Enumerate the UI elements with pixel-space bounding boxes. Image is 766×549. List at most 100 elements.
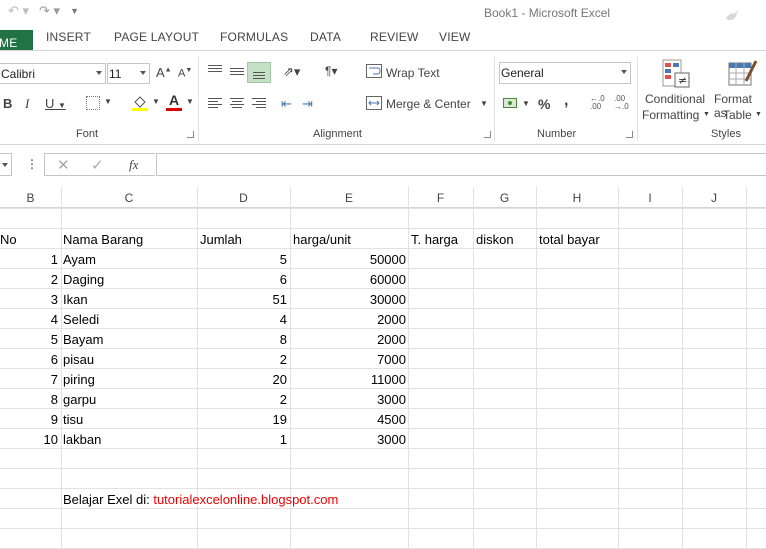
conditional-formatting-dropdown-icon[interactable]: ▼: [703, 111, 710, 118]
undo-icon[interactable]: ↶ ▾: [8, 3, 29, 19]
cell-nama-barang[interactable]: lakban: [63, 429, 196, 449]
cell-no[interactable]: 6: [0, 349, 58, 369]
cell-no[interactable]: 3: [0, 289, 58, 309]
wrap-text-icon[interactable]: [366, 64, 382, 78]
increase-indent-icon[interactable]: ⇥: [302, 96, 313, 112]
enter-icon[interactable]: ✓: [91, 156, 104, 174]
cell-nama-barang[interactable]: tisu: [63, 409, 196, 429]
cell-jumlah[interactable]: 6: [198, 269, 287, 289]
accounting-dropdown-icon[interactable]: ▼: [522, 99, 530, 108]
tab-data[interactable]: DATA: [310, 30, 341, 44]
cell-no[interactable]: 1: [0, 249, 58, 269]
tab-view[interactable]: VIEW: [439, 30, 470, 44]
increase-font-size-icon[interactable]: A▲: [156, 65, 172, 80]
bold-button[interactable]: B: [3, 96, 12, 111]
cell-harga-unit[interactable]: 2000: [291, 329, 406, 349]
cell-nama-barang[interactable]: Ikan: [63, 289, 196, 309]
tab-review[interactable]: REVIEW: [370, 30, 419, 44]
cell-nama-barang[interactable]: Daging: [63, 269, 196, 289]
accounting-format-icon[interactable]: [503, 96, 519, 110]
header-diskon[interactable]: diskon: [476, 229, 535, 249]
font-dialog-launcher-icon[interactable]: [187, 131, 194, 138]
text-direction-icon[interactable]: ¶▾: [325, 64, 337, 78]
insert-function-button[interactable]: fx: [129, 157, 138, 173]
conditional-formatting-icon[interactable]: ≠: [661, 59, 691, 89]
name-box[interactable]: [0, 153, 12, 176]
footer-cell[interactable]: Belajar Exel di: tutorialexcelonline.blo…: [63, 489, 463, 509]
underline-button[interactable]: U ▼: [45, 96, 66, 111]
cell-harga-unit[interactable]: 3000: [291, 429, 406, 449]
align-center-icon[interactable]: [230, 98, 244, 110]
increase-decimal-icon[interactable]: ←.0.00: [590, 95, 605, 111]
column-header-i[interactable]: I: [618, 187, 682, 208]
font-size-select[interactable]: 11: [107, 63, 150, 84]
cell-no[interactable]: 10: [0, 429, 58, 449]
cell-harga-unit[interactable]: 4500: [291, 409, 406, 429]
merge-center-icon[interactable]: [366, 96, 382, 110]
percent-style-button[interactable]: %: [538, 96, 550, 112]
column-header-f[interactable]: F: [408, 187, 473, 208]
comma-style-button[interactable]: ,: [564, 92, 568, 110]
cell-harga-unit[interactable]: 3000: [291, 389, 406, 409]
number-dialog-launcher-icon[interactable]: [626, 131, 633, 138]
font-color-dropdown-icon[interactable]: ▼: [186, 97, 194, 106]
cell-jumlah[interactable]: 51: [198, 289, 287, 309]
top-align-icon[interactable]: [208, 65, 222, 74]
cell-harga-unit[interactable]: 11000: [291, 369, 406, 389]
column-header-g[interactable]: G: [473, 187, 536, 208]
cancel-icon[interactable]: ✕: [57, 156, 70, 174]
name-box-dropdown-icon[interactable]: [2, 163, 8, 167]
cell-jumlah[interactable]: 8: [198, 329, 287, 349]
middle-align-icon[interactable]: [230, 68, 244, 77]
cell-jumlah[interactable]: 2: [198, 389, 287, 409]
cell-no[interactable]: 9: [0, 409, 58, 429]
column-header-d[interactable]: D: [197, 187, 290, 208]
cell-jumlah[interactable]: 4: [198, 309, 287, 329]
column-header-k[interactable]: [746, 187, 766, 208]
italic-button[interactable]: I: [25, 96, 29, 112]
align-left-icon[interactable]: [208, 98, 222, 110]
tab-insert[interactable]: INSERT: [46, 30, 91, 44]
header-harga-unit[interactable]: harga/unit: [293, 229, 407, 249]
column-header-j[interactable]: J: [682, 187, 746, 208]
orientation-icon[interactable]: ⇗▾: [283, 64, 300, 80]
column-header-h[interactable]: H: [536, 187, 618, 208]
footer-link[interactable]: tutorialexcelonline.blogspot.com: [153, 492, 338, 507]
cell-harga-unit[interactable]: 60000: [291, 269, 406, 289]
cell-nama-barang[interactable]: garpu: [63, 389, 196, 409]
cell-nama-barang[interactable]: Ayam: [63, 249, 196, 269]
align-right-icon[interactable]: [252, 98, 266, 110]
decrease-font-size-icon[interactable]: A▼: [178, 67, 192, 80]
cell-nama-barang[interactable]: pisau: [63, 349, 196, 369]
cell-no[interactable]: 5: [0, 329, 58, 349]
redo-icon[interactable]: ↷ ▾: [39, 3, 60, 19]
cell-harga-unit[interactable]: 2000: [291, 309, 406, 329]
bottom-align-icon[interactable]: [247, 62, 271, 83]
merge-center-button[interactable]: Merge & Center: [386, 97, 471, 111]
customize-qat-icon[interactable]: ▼: [70, 3, 79, 19]
cell-no[interactable]: 7: [0, 369, 58, 389]
header-no[interactable]: No: [0, 229, 60, 249]
format-as-table-icon[interactable]: [728, 59, 758, 89]
cell-no[interactable]: 4: [0, 309, 58, 329]
borders-dropdown-icon[interactable]: ▼: [104, 97, 112, 106]
borders-icon[interactable]: [86, 96, 100, 110]
tab-page-layout[interactable]: PAGE LAYOUT: [114, 30, 199, 44]
font-name-select[interactable]: Calibri: [0, 63, 106, 84]
cell-harga-unit[interactable]: 30000: [291, 289, 406, 309]
decrease-decimal-icon[interactable]: .00 →.0: [614, 95, 629, 111]
header-nama-barang[interactable]: Nama Barang: [63, 229, 196, 249]
formula-input[interactable]: [156, 153, 766, 176]
tab-formulas[interactable]: FORMULAS: [220, 30, 288, 44]
formula-bar-grip-icon[interactable]: ⋮: [26, 157, 38, 171]
cell-jumlah[interactable]: 5: [198, 249, 287, 269]
header-total-bayar[interactable]: total bayar: [539, 229, 617, 249]
cell-nama-barang[interactable]: Bayam: [63, 329, 196, 349]
format-as-table-dropdown-icon[interactable]: ▼: [755, 111, 762, 118]
column-header-e[interactable]: E: [290, 187, 408, 208]
fill-color-icon[interactable]: [132, 95, 148, 111]
cell-no[interactable]: 8: [0, 389, 58, 409]
cell-nama-barang[interactable]: piring: [63, 369, 196, 389]
fill-color-dropdown-icon[interactable]: ▼: [152, 97, 160, 106]
font-color-icon[interactable]: A: [166, 93, 182, 111]
